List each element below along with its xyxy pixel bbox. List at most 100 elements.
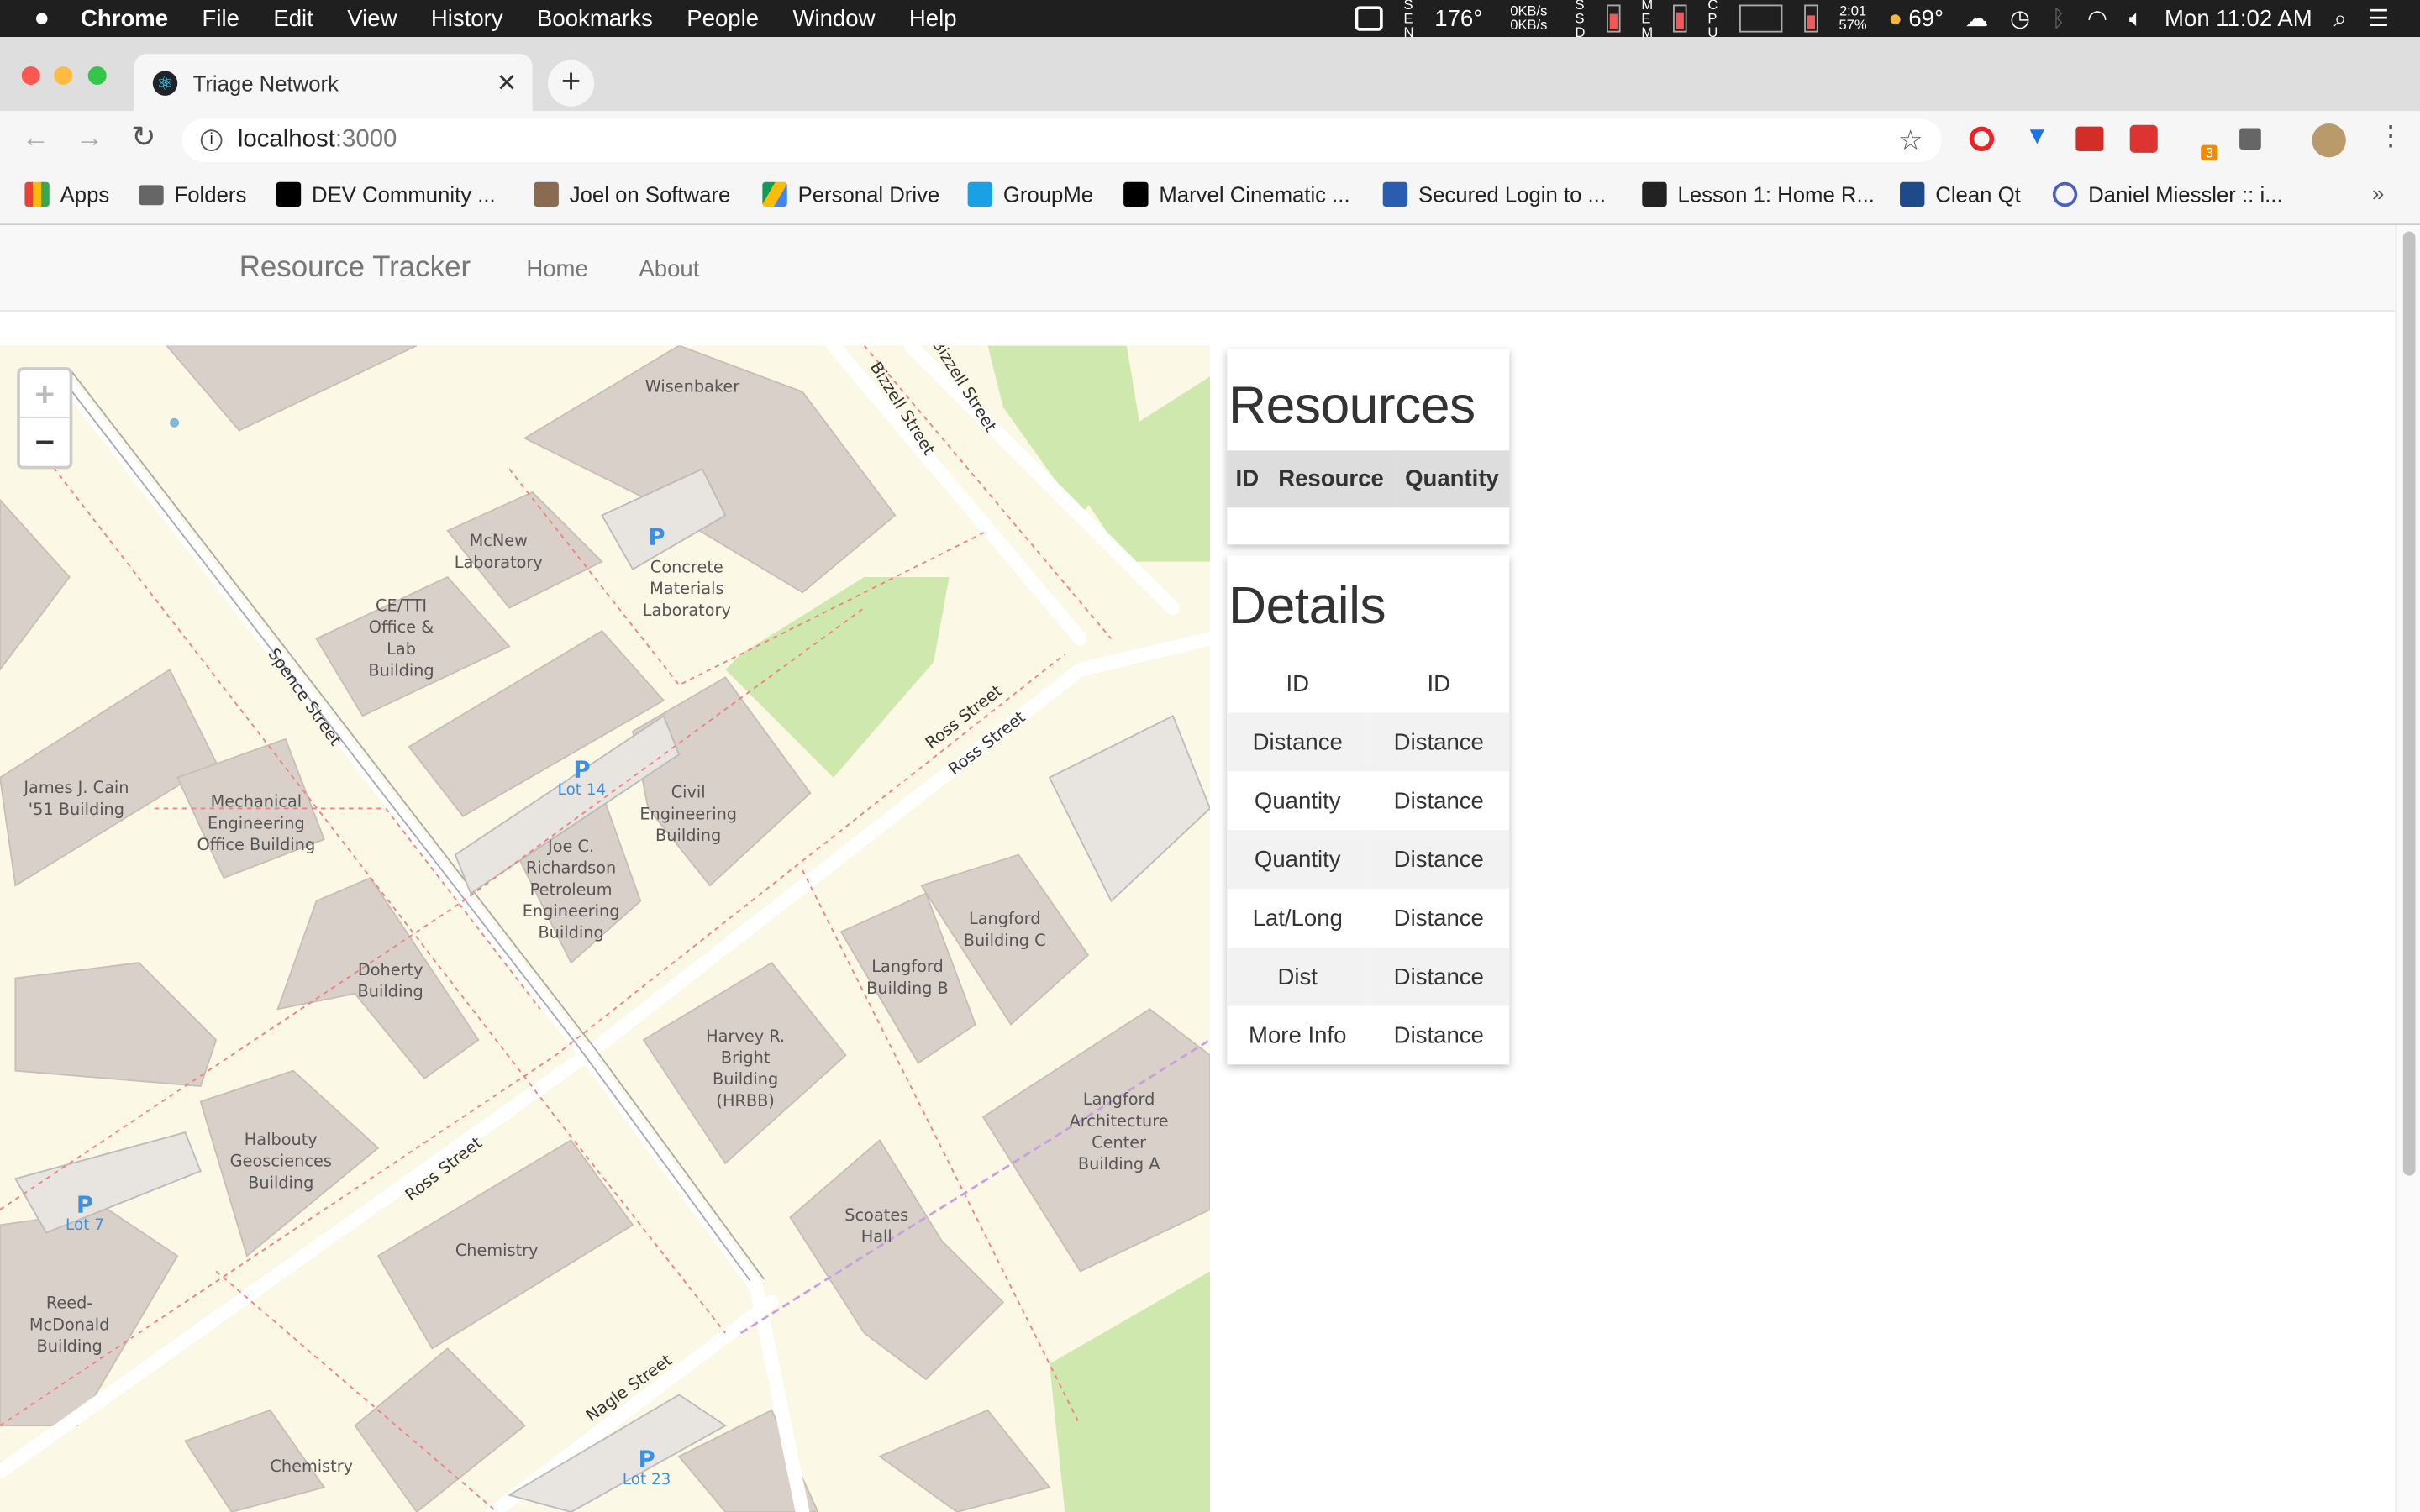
map-label: McNew Laboratory <box>454 532 543 573</box>
menu-people[interactable]: People <box>687 5 759 31</box>
table-header-row: ID Resource Quantity <box>1227 450 1510 508</box>
zoom-in-button[interactable]: + <box>19 370 70 418</box>
brand-link[interactable]: Resource Tracker <box>239 251 471 285</box>
map-view[interactable]: + − Wisenbaker McNew Laboratory Concrete… <box>0 345 1211 1512</box>
bookmark-lesson[interactable]: Lesson 1: Home R... <box>1642 181 1875 207</box>
table-cell: Distance <box>1393 905 1484 932</box>
network-stats: 0KB/s 0KB/s <box>1504 4 1554 33</box>
forward-icon[interactable]: → <box>76 122 103 155</box>
bookmark-marvel[interactable]: Marvel Cinematic ... <box>1123 181 1350 207</box>
opera-extension-icon[interactable] <box>1969 126 1995 152</box>
bookmark-apps[interactable]: Apps <box>24 181 109 207</box>
bookmark-label: Folders <box>174 181 247 207</box>
bookmark-groupme[interactable]: GroupMe <box>967 181 1093 207</box>
weather-temp[interactable]: 69° <box>1908 5 1944 31</box>
temperature[interactable]: 176° <box>1434 5 1482 31</box>
table-row: Quantity Distance <box>1227 830 1510 889</box>
app-navbar: Resource Tracker Home About <box>0 225 2396 312</box>
extension-badge[interactable]: 3 <box>2201 144 2218 161</box>
apple-icon[interactable]: ● <box>34 3 50 34</box>
url-host: localhost <box>237 126 335 153</box>
table-cell: Dist <box>1227 947 1369 1006</box>
address-bar[interactable]: i localhost:3000 ☆ <box>182 118 1942 162</box>
weather-icon[interactable]: ● <box>1888 5 1902 31</box>
new-tab-button[interactable]: + <box>548 60 595 107</box>
bookmark-drive[interactable]: Personal Drive <box>762 181 939 207</box>
vpn-extension-icon[interactable]: ▼ <box>2025 123 2049 151</box>
close-window-button[interactable] <box>21 66 40 86</box>
table-cell: Distance <box>1393 1021 1484 1049</box>
cloud-upload-icon[interactable]: ☁ <box>1965 5 1989 32</box>
clock[interactable]: Mon 11:02 AM <box>2165 5 2312 31</box>
map-label: Doherty Building <box>357 961 424 1002</box>
tabs-extension-icon[interactable] <box>2239 128 2261 150</box>
menu-history[interactable]: History <box>431 5 503 31</box>
tab-title: Triage Network <box>192 70 339 95</box>
sensor-icon[interactable] <box>1354 6 1382 31</box>
maximize-window-button[interactable] <box>87 66 107 86</box>
joel-icon <box>534 181 559 207</box>
menu-view[interactable]: View <box>347 5 397 31</box>
menu-window[interactable]: Window <box>792 5 875 31</box>
map-label: Joe C. Richardson Petroleum Engineering … <box>522 837 620 943</box>
menu-app[interactable]: Chrome <box>81 5 168 31</box>
page-scrollbar[interactable] <box>2395 225 2420 1512</box>
table-cell: ID <box>1427 670 1451 697</box>
col-resource: Resource <box>1267 450 1395 508</box>
spotlight-icon[interactable]: ⌕ <box>2333 5 2346 31</box>
url-port: :3000 <box>334 126 397 153</box>
table-cell: Distance <box>1368 947 1510 1006</box>
bookmark-label: Lesson 1: Home R... <box>1677 181 1875 207</box>
browser-toolbar: ← → ↻ i localhost:3000 ☆ ▼ 3 ⋮ <box>0 111 2420 167</box>
react-favicon-icon: ⚛ <box>152 70 178 95</box>
menu-edit[interactable]: Edit <box>273 5 313 31</box>
parking-label: Lot 7 <box>66 1217 104 1235</box>
zoom-out-button[interactable]: − <box>20 418 70 466</box>
tab-strip: ⚛ Triage Network ✕ + <box>0 37 2420 112</box>
bookmark-label: Clean Qt <box>1935 181 2021 207</box>
wifi-icon[interactable]: ◠ <box>2087 5 2107 32</box>
bookmark-folders[interactable]: Folders <box>139 182 246 207</box>
table-cell: Distance <box>1368 712 1510 772</box>
notification-center-icon[interactable]: ☰ <box>2369 5 2390 32</box>
bookmark-joel[interactable]: Joel on Software <box>534 181 730 207</box>
ds-icon <box>1123 181 1149 207</box>
table-cell: Lat/Long <box>1252 905 1343 932</box>
sen-label: SEN <box>1403 0 1414 39</box>
map-label: CE/TTI Office & Lab Building <box>368 596 434 681</box>
lastpass-extension-icon[interactable] <box>2075 126 2104 152</box>
minimize-window-button[interactable] <box>54 66 73 86</box>
bluetooth-icon[interactable]: ᛒ <box>2052 5 2066 31</box>
bookmark-dev[interactable]: DEV Community ... <box>276 181 496 207</box>
more-bookmarks-icon[interactable]: » <box>2372 181 2384 205</box>
bookmark-miessler[interactable]: Daniel Miessler :: i... <box>2052 181 2283 207</box>
parking-symbol: P <box>573 756 591 785</box>
table-cell: Quantity <box>1254 787 1341 814</box>
time-machine-icon[interactable]: ◷ <box>2010 5 2030 32</box>
chrome-menu-icon[interactable]: ⋮ <box>2377 120 2405 153</box>
menu-help[interactable]: Help <box>909 5 957 31</box>
map-label: Wisenbaker <box>644 378 740 397</box>
bookmark-clean-qt[interactable]: Clean Qt <box>1900 181 2021 207</box>
bookmark-secured-login[interactable]: Secured Login to ... <box>1382 181 1606 207</box>
scrollbar-thumb[interactable] <box>2402 231 2416 1176</box>
menu-file[interactable]: File <box>203 5 239 31</box>
parking-marker: P Lot 23 <box>618 1447 676 1489</box>
back-icon[interactable]: ← <box>22 122 50 155</box>
tab-triage-network[interactable]: ⚛ Triage Network ✕ <box>134 54 533 112</box>
close-tab-icon[interactable]: ✕ <box>497 67 518 98</box>
profile-avatar[interactable] <box>2312 123 2346 158</box>
miessler-icon <box>2052 181 2078 207</box>
parking-marker: P Lot 7 <box>59 1193 111 1235</box>
map-zoom-control: + − <box>17 367 73 470</box>
nav-about[interactable]: About <box>639 256 699 282</box>
nav-home[interactable]: Home <box>526 256 587 282</box>
bookmark-star-icon[interactable]: ☆ <box>1898 118 1923 161</box>
extension-icon[interactable] <box>2129 124 2158 153</box>
volume-icon[interactable]: 🔈︎ <box>2129 5 2144 31</box>
menu-bookmarks[interactable]: Bookmarks <box>537 5 653 31</box>
net-down: 0KB/s <box>1510 17 1548 33</box>
map-label: Civil Engineering Building <box>639 784 738 846</box>
dev-icon <box>276 181 302 207</box>
reload-icon[interactable]: ↻ <box>131 120 155 155</box>
